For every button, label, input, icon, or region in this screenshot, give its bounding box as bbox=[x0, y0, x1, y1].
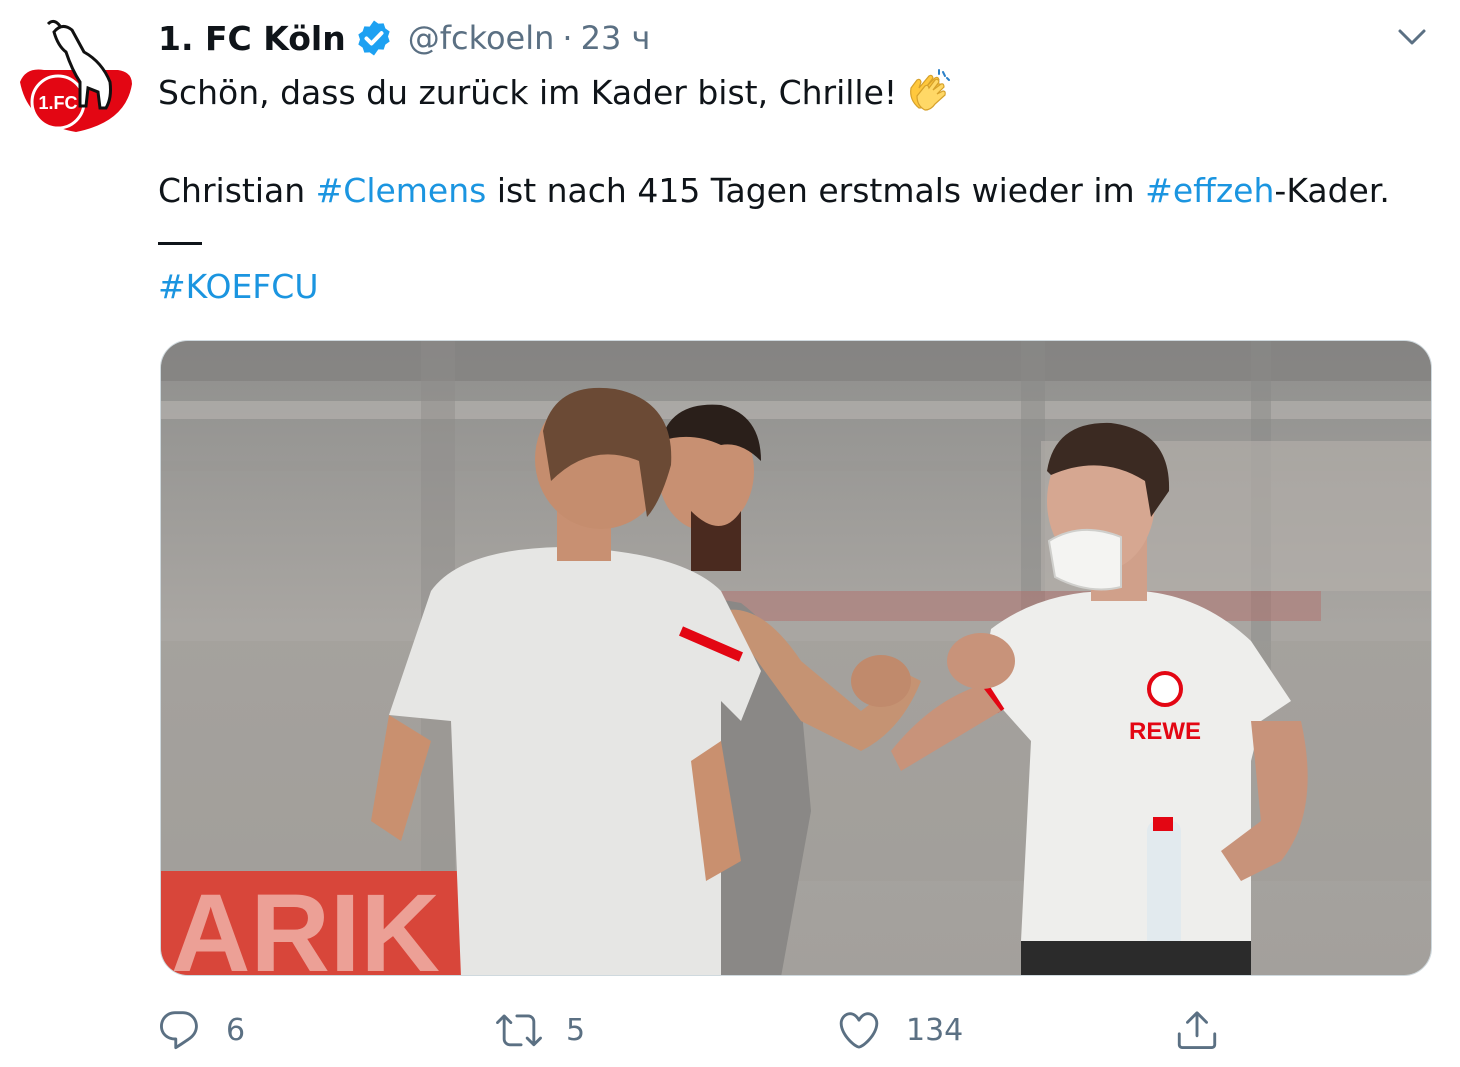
svg-text:1.FC: 1.FC bbox=[38, 93, 77, 113]
author-handle[interactable]: @fckoeln bbox=[408, 19, 555, 57]
tweet-text-line2-part3: -Kader. bbox=[1274, 171, 1390, 210]
tweet-text-line1: Schön, dass du zurück im Kader bist, Chr… bbox=[158, 73, 898, 112]
shirt-sponsor-text: REWE bbox=[1129, 718, 1201, 745]
club-crest-icon: 1.FC bbox=[14, 12, 136, 134]
retweet-button[interactable]: 5 bbox=[496, 1000, 585, 1060]
heart-icon bbox=[839, 1012, 879, 1049]
verified-badge-icon bbox=[358, 20, 390, 56]
share-button[interactable] bbox=[1174, 1000, 1220, 1060]
reply-icon bbox=[160, 1011, 198, 1050]
text-divider bbox=[158, 216, 1428, 262]
chevron-down-icon[interactable] bbox=[1392, 22, 1432, 52]
like-count: 134 bbox=[906, 1012, 964, 1048]
hashtag-koefcu-link[interactable]: #KOEFCU bbox=[158, 267, 319, 306]
tweet-text-line2-part2: ist nach 415 Tagen erstmals wieder im bbox=[486, 171, 1146, 210]
players-photo: ARIK REWE bbox=[161, 341, 1431, 976]
author-name[interactable]: 1. FC Köln bbox=[158, 19, 346, 58]
share-icon bbox=[1177, 1011, 1217, 1050]
reply-count: 6 bbox=[226, 1012, 246, 1048]
banner-text: ARIK bbox=[171, 872, 440, 976]
reply-button[interactable]: 6 bbox=[156, 1000, 245, 1060]
retweet-count: 5 bbox=[566, 1012, 586, 1048]
tweet-body: Schön, dass du zurück im Kader bist, Chr… bbox=[158, 68, 1428, 312]
tweet-photo[interactable]: ARIK REWE bbox=[160, 340, 1432, 976]
like-button[interactable]: 134 bbox=[836, 1000, 963, 1060]
tweet-timestamp[interactable]: 23 ч bbox=[581, 19, 651, 57]
author-avatar[interactable]: 1.FC bbox=[14, 12, 136, 134]
hashtag-clemens-link[interactable]: #Clemens bbox=[316, 171, 487, 210]
separator-dot: · bbox=[562, 19, 573, 57]
hashtag-effzeh-link[interactable]: #effzeh bbox=[1145, 171, 1274, 210]
tweet-actions: 6 5 134 bbox=[156, 1000, 1256, 1060]
tweet-header: 1. FC Köln @fckoeln · 23 ч bbox=[158, 14, 650, 62]
retweet-icon bbox=[496, 1014, 542, 1047]
clapping-hands-emoji-icon bbox=[910, 69, 951, 111]
tweet-text-line2-part1: Christian bbox=[158, 171, 316, 210]
